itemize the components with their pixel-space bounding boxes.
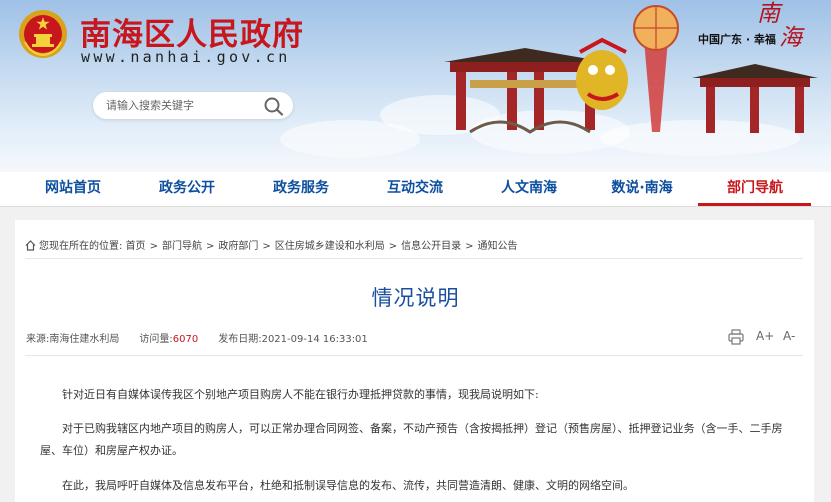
article-title: 情况说明	[371, 286, 460, 310]
main-nav: 网站首页 政务公开 政务服务 互动交流 人文南海 数说·南海 部门导航	[0, 172, 831, 206]
breadcrumb-separator: >	[388, 241, 398, 252]
font-larger-button[interactable]: A+	[756, 329, 774, 347]
nav-item-gov-services[interactable]: 政务服务	[256, 172, 346, 206]
brand-mark-char: 海	[779, 25, 802, 51]
article-paragraph: 对于已购我辖区内地产项目的购房人，可以正常办理合同网签、备案，不动产预告（含按揭…	[40, 418, 786, 462]
national-emblem-icon	[19, 10, 67, 58]
nav-item-gov-affairs[interactable]: 政务公开	[142, 172, 232, 206]
article-meta: 来源:南海住建水利局 访问量:6070 发布日期:2021-09-14 16:33:…	[26, 330, 368, 345]
site-url[interactable]: www.nanhai.gov.cn	[81, 48, 291, 66]
source-label: 来源:	[26, 334, 50, 345]
views-label: 访问量:	[139, 334, 173, 345]
breadcrumb: 您现在所在的位置: 首页 > 部门导航 > 政府部门 > 区住房城乡建设和水利局 > 信息公开目…	[25, 237, 518, 252]
breadcrumb-separator: >	[262, 241, 271, 252]
article-tools: A+ A-	[725, 328, 805, 348]
breadcrumb-info-catalog[interactable]: 信息公开目录	[401, 241, 461, 252]
brand-mark-char: 南	[757, 1, 780, 27]
meta-divider	[25, 355, 803, 356]
search-input[interactable]	[106, 96, 256, 115]
print-icon[interactable]	[727, 328, 745, 346]
nav-item-data[interactable]: 数说·南海	[596, 172, 688, 206]
breadcrumb-gov-departments[interactable]: 政府部门	[218, 241, 258, 252]
breadcrumb-prefix: 您现在所在的位置:	[39, 241, 123, 252]
article-paragraph: 在此，我局呼吁自媒体及信息发布平台，杜绝和抵制误导信息的发布、流传，共同营造清朗…	[40, 475, 786, 497]
nanhai-brand-mark: 南 海	[755, 2, 807, 54]
nav-item-culture[interactable]: 人文南海	[484, 172, 574, 206]
date-label: 发布日期:	[218, 334, 262, 345]
breadcrumb-notices[interactable]: 通知公告	[478, 241, 518, 252]
views-count: 6070	[172, 334, 199, 345]
paragraph-text: 针对近日有自媒体误传我区个别地产项目购房人不能在银行办理抵押贷款的事情，现我局说…	[62, 388, 539, 401]
breadcrumb-separator: >	[149, 241, 158, 252]
nav-item-interaction[interactable]: 互动交流	[370, 172, 460, 206]
source-value: 南海住建水利局	[49, 334, 120, 345]
home-icon	[25, 240, 36, 251]
publish-date: 2021-09-14 16:33:01	[261, 334, 368, 345]
nav-item-home[interactable]: 网站首页	[28, 172, 118, 206]
search-icon[interactable]	[263, 96, 285, 116]
breadcrumb-departments[interactable]: 部门导航	[162, 241, 202, 252]
nav-item-departments[interactable]: 部门导航	[710, 172, 800, 206]
search-box	[93, 92, 293, 119]
paragraph-text: 对于已购我辖区内地产项目的购房人，可以正常办理合同网签、备案，不动产预告（含按揭…	[40, 422, 783, 457]
font-smaller-button[interactable]: A-	[783, 329, 801, 347]
breadcrumb-housing-bureau[interactable]: 区住房城乡建设和水利局	[275, 241, 385, 252]
paragraph-text: 在此，我局呼吁自媒体及信息发布平台，杜绝和抵制误导信息的发布、流传，共同营造清朗…	[62, 479, 634, 492]
breadcrumb-home[interactable]: 首页	[126, 241, 146, 252]
breadcrumb-divider	[25, 258, 803, 259]
breadcrumb-separator: >	[205, 241, 215, 252]
breadcrumb-separator: >	[465, 241, 474, 252]
header-banner: 南海区人民政府 www.nanhai.gov.cn 请输入搜索关键字 中国广东 …	[0, 0, 831, 172]
article-paragraph: 针对近日有自媒体误传我区个别地产项目购房人不能在银行办理抵押贷款的事情，现我局说…	[40, 384, 786, 406]
